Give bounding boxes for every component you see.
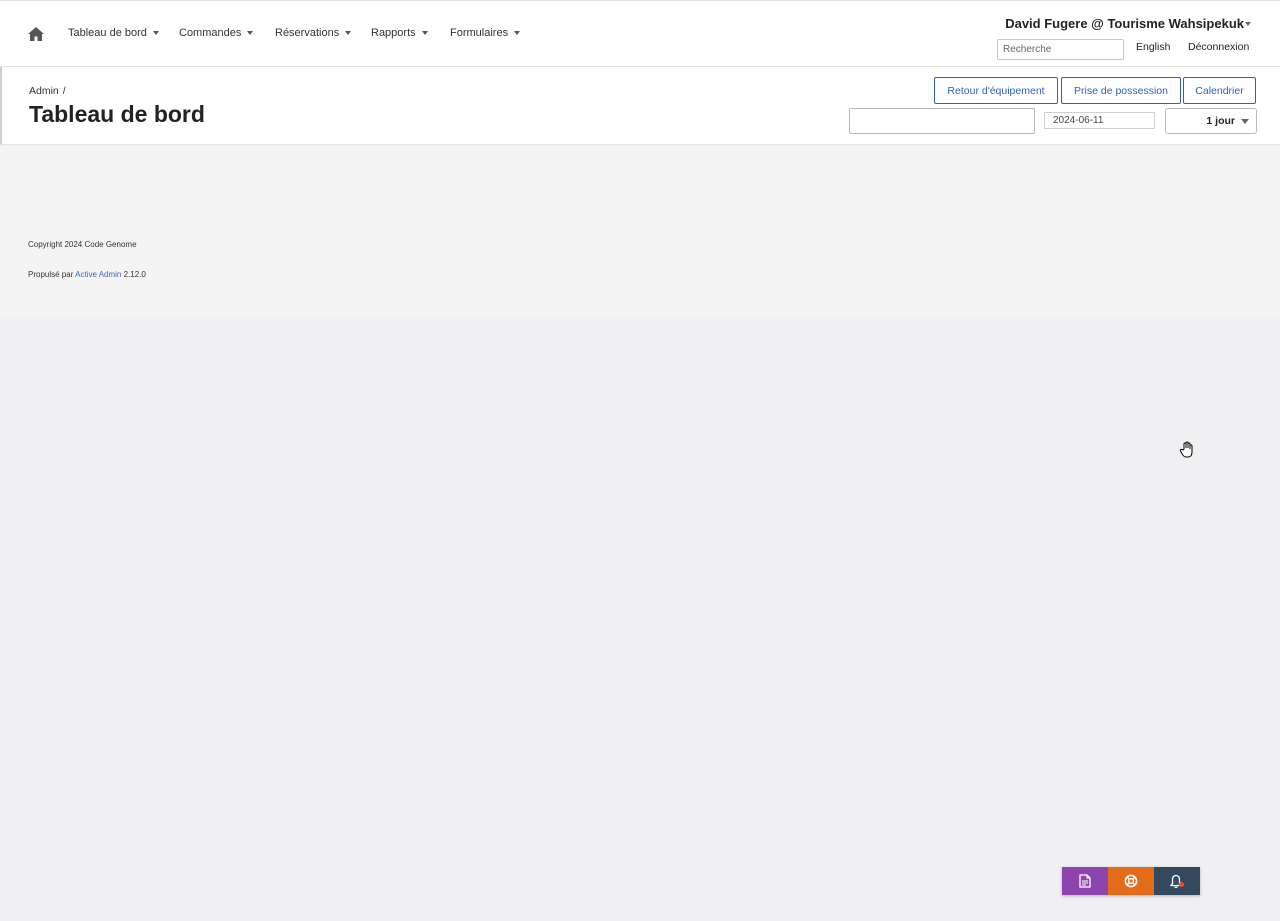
chevron-down-icon bbox=[421, 31, 428, 35]
lifebuoy-icon bbox=[1124, 874, 1138, 888]
version-text: 2.12.0 bbox=[123, 270, 146, 279]
user-name-label: David Fugere @ Tourisme Wahsipekuk bbox=[1005, 16, 1244, 31]
nav-item-label: Formulaires bbox=[450, 27, 509, 39]
nav-item-label: Tableau de bord bbox=[68, 27, 147, 39]
powered-by: Propulsé par Active Admin 2.12.0 bbox=[28, 270, 146, 279]
filter-input[interactable] bbox=[849, 108, 1035, 134]
nav-item-commandes[interactable]: Commandes bbox=[179, 27, 254, 39]
period-select[interactable]: 1 jour bbox=[1165, 108, 1257, 134]
floating-action-bar bbox=[1062, 867, 1200, 895]
top-header: Tableau de bord Commandes Réservations R… bbox=[0, 0, 1280, 67]
chevron-down-icon bbox=[1245, 21, 1251, 26]
nav-item-label: Réservations bbox=[275, 27, 340, 39]
document-button[interactable] bbox=[1062, 867, 1108, 895]
help-button[interactable] bbox=[1108, 867, 1154, 895]
equipment-return-button[interactable]: Retour d'équipement bbox=[934, 77, 1058, 104]
language-link[interactable]: English bbox=[1136, 41, 1170, 53]
user-menu[interactable]: David Fugere @ Tourisme Wahsipekuk bbox=[1005, 16, 1251, 31]
document-icon bbox=[1079, 874, 1091, 888]
bell-icon bbox=[1169, 874, 1185, 888]
calendar-button[interactable]: Calendrier bbox=[1183, 77, 1256, 104]
period-value: 1 jour bbox=[1206, 115, 1235, 127]
nav-item-reservations[interactable]: Réservations bbox=[275, 27, 352, 39]
pickup-button[interactable]: Prise de possession bbox=[1061, 77, 1181, 104]
notifications-button[interactable] bbox=[1154, 867, 1200, 895]
copyright-text: Copyright 2024 Code Genome bbox=[28, 240, 137, 249]
breadcrumb-admin[interactable]: Admin bbox=[29, 85, 59, 97]
nav-item-rapports[interactable]: Rapports bbox=[371, 27, 428, 39]
breadcrumb-separator: / bbox=[62, 85, 66, 97]
date-value: 2024-06-11 bbox=[1053, 115, 1104, 126]
home-icon[interactable] bbox=[27, 26, 45, 42]
page-title: Tableau de bord bbox=[29, 101, 205, 127]
logout-link[interactable]: Déconnexion bbox=[1188, 41, 1249, 53]
date-field[interactable]: 2024-06-11 bbox=[1044, 112, 1155, 129]
nav-item-formulaires[interactable]: Formulaires bbox=[450, 27, 521, 39]
chevron-down-icon bbox=[152, 31, 159, 35]
chevron-down-icon bbox=[514, 31, 521, 35]
nav-item-label: Rapports bbox=[371, 27, 416, 39]
chevron-down-icon bbox=[1241, 118, 1249, 124]
nav-item-tableau-de-bord[interactable]: Tableau de bord bbox=[68, 27, 159, 39]
nav-item-label: Commandes bbox=[179, 27, 242, 39]
search-input[interactable] bbox=[997, 39, 1124, 60]
hand-cursor-icon bbox=[1179, 441, 1193, 458]
chevron-down-icon bbox=[345, 31, 352, 35]
title-bar: Admin / Tableau de bord Retour d'équipem… bbox=[0, 67, 1280, 145]
chevron-down-icon bbox=[247, 31, 254, 35]
active-admin-link[interactable]: Active Admin bbox=[75, 270, 121, 279]
breadcrumb: Admin / bbox=[29, 85, 66, 97]
footer: Copyright 2024 Code Genome Propulsé par … bbox=[0, 146, 1280, 319]
notification-dot bbox=[1178, 881, 1185, 887]
powered-prefix: Propulsé par bbox=[28, 270, 74, 279]
